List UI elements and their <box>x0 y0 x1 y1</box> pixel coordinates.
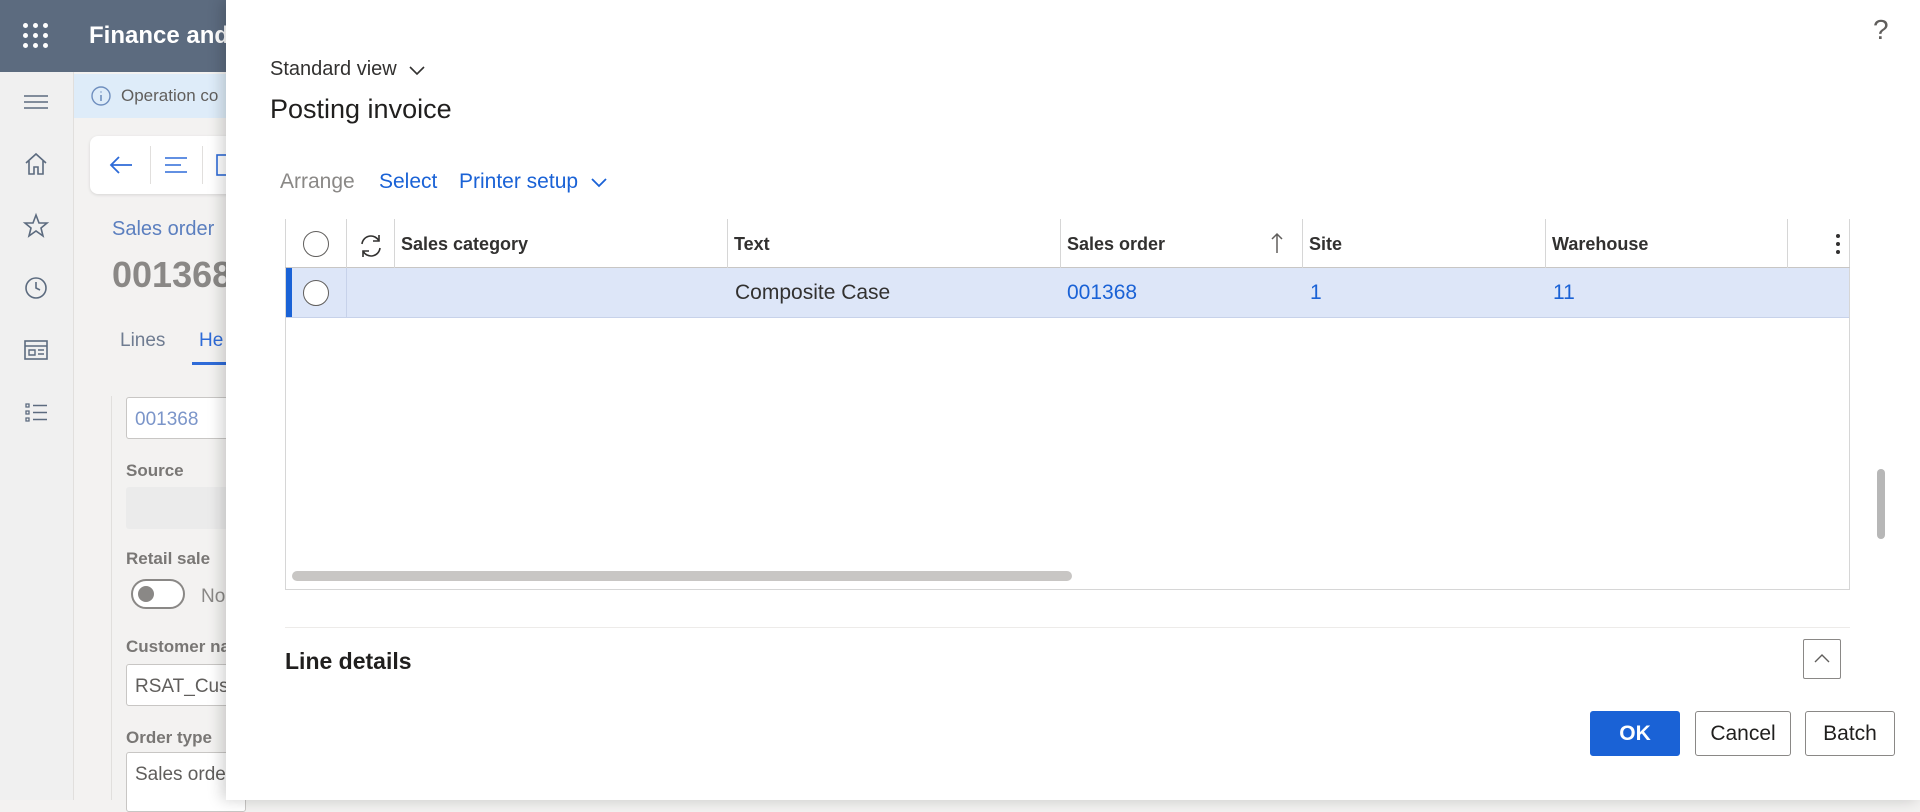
save-icon[interactable] <box>216 154 226 176</box>
line-details-header[interactable]: Line details <box>285 648 412 675</box>
select-button[interactable]: Select <box>379 170 437 194</box>
dialog-title: Posting invoice <box>270 94 452 124</box>
horizontal-scrollbar[interactable] <box>292 571 1072 581</box>
retail-sale-value: No <box>201 586 226 607</box>
recent-clock-icon[interactable] <box>22 274 50 302</box>
chevron-down-icon <box>409 66 425 75</box>
cell-text[interactable]: Composite Case <box>735 281 890 305</box>
retail-sale-toggle[interactable] <box>131 579 185 609</box>
cell-site-link[interactable]: 1 <box>1310 281 1322 305</box>
column-header-warehouse[interactable]: Warehouse <box>1552 234 1648 255</box>
home-icon[interactable] <box>22 150 50 178</box>
more-options-icon[interactable] <box>1834 231 1842 257</box>
row-select-radio[interactable] <box>303 280 329 306</box>
section-divider <box>285 627 1850 628</box>
vertical-scrollbar[interactable] <box>1877 469 1885 539</box>
list-view-icon[interactable] <box>164 155 188 175</box>
app-launcher-icon[interactable] <box>20 20 52 52</box>
app-title: Finance and <box>89 22 230 49</box>
back-arrow-icon[interactable] <box>108 154 134 176</box>
arrange-button[interactable]: Arrange <box>280 170 355 194</box>
breadcrumb-sales-order[interactable]: Sales order <box>112 218 214 241</box>
cancel-button[interactable]: Cancel <box>1695 711 1791 756</box>
tab-lines[interactable]: Lines <box>120 330 165 352</box>
record-title: 001368 <box>112 254 233 295</box>
select-all-radio[interactable] <box>303 231 329 257</box>
ok-button[interactable]: OK <box>1590 711 1680 756</box>
modules-list-icon[interactable] <box>22 398 50 426</box>
collapse-line-details-button[interactable] <box>1803 639 1841 679</box>
batch-button[interactable]: Batch <box>1805 711 1895 756</box>
tab-header[interactable]: He <box>199 330 223 352</box>
help-button[interactable]: ? <box>1873 14 1889 46</box>
column-header-site[interactable]: Site <box>1309 234 1342 255</box>
chevron-down-icon <box>591 178 607 188</box>
cell-sales-order-link[interactable]: 001368 <box>1067 281 1137 305</box>
column-header-text[interactable]: Text <box>734 234 770 255</box>
info-icon <box>91 86 111 106</box>
workspaces-icon[interactable] <box>22 336 50 364</box>
printer-setup-button[interactable]: Printer setup <box>459 170 608 194</box>
message-text: Operation co <box>121 86 219 105</box>
row-selection-marker <box>286 268 292 317</box>
retail-sale-label: Retail sale <box>126 549 211 568</box>
customer-name-label: Customer na <box>126 637 230 656</box>
chevron-up-icon <box>1814 654 1830 663</box>
left-navigation <box>0 72 74 800</box>
source-label: Source <box>126 461 184 480</box>
view-selector[interactable]: Standard view <box>270 58 426 81</box>
sort-ascending-arrow-icon <box>1271 232 1283 253</box>
printer-setup-label: Printer setup <box>459 170 579 193</box>
column-header-sales-order[interactable]: Sales order <box>1067 234 1165 255</box>
order-type-label: Order type <box>126 728 212 747</box>
hamburger-menu-icon[interactable] <box>22 88 50 116</box>
refresh-icon[interactable] <box>357 232 385 260</box>
favorites-star-icon[interactable] <box>22 212 50 240</box>
column-header-sales-category[interactable]: Sales category <box>401 234 528 255</box>
cell-warehouse-link[interactable]: 11 <box>1553 281 1575 305</box>
section-line <box>111 396 112 800</box>
view-selector-label: Standard view <box>270 58 397 80</box>
